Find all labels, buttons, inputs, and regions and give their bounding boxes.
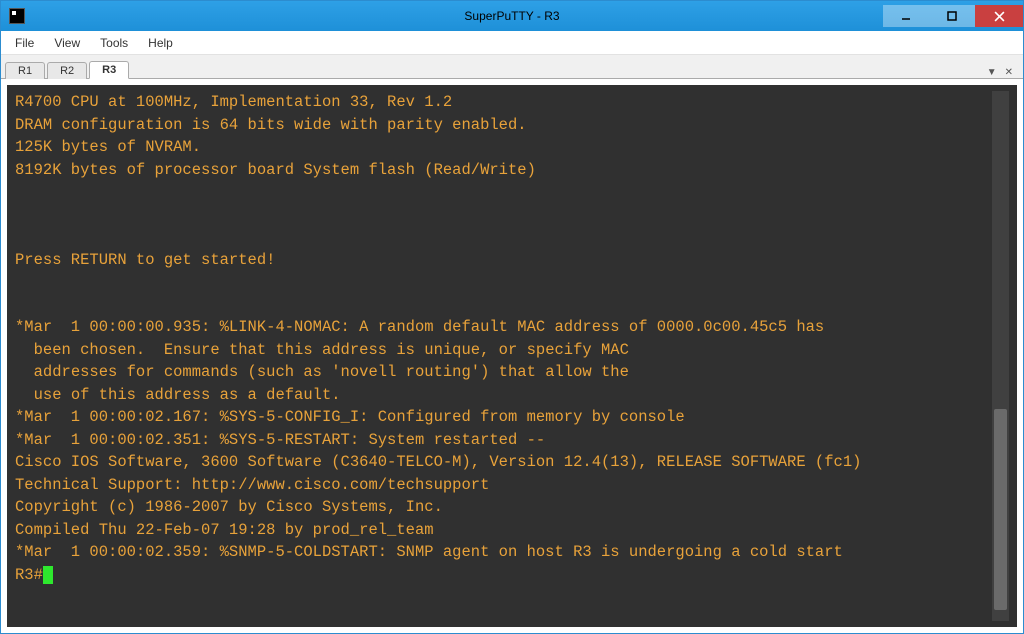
close-icon [994, 11, 1005, 22]
app-window: SuperPuTTY - R3 File View Tools Help R1 … [0, 0, 1024, 634]
tab-controls: ▼ ✕ [985, 67, 1019, 78]
terminal[interactable]: R4700 CPU at 100MHz, Implementation 33, … [7, 85, 1017, 627]
terminal-output: R4700 CPU at 100MHz, Implementation 33, … [15, 91, 990, 621]
menu-help[interactable]: Help [138, 33, 183, 53]
terminal-cursor [43, 566, 53, 584]
menu-tools[interactable]: Tools [90, 33, 138, 53]
menu-file[interactable]: File [5, 33, 44, 53]
window-controls [883, 5, 1023, 27]
close-button[interactable] [975, 5, 1023, 27]
minimize-button[interactable] [883, 5, 929, 27]
tab-dropdown-icon[interactable]: ▼ [985, 67, 999, 78]
tab-r3[interactable]: R3 [89, 61, 129, 79]
terminal-panel: R4700 CPU at 100MHz, Implementation 33, … [1, 79, 1023, 633]
tab-close-icon[interactable]: ✕ [1003, 67, 1015, 78]
maximize-icon [947, 11, 957, 21]
scroll-thumb[interactable] [994, 409, 1007, 610]
menubar: File View Tools Help [1, 31, 1023, 55]
tab-r2[interactable]: R2 [47, 62, 87, 79]
app-icon [9, 8, 25, 24]
minimize-icon [901, 11, 911, 21]
tabbar: R1 R2 R3 ▼ ✕ [1, 55, 1023, 79]
tab-r1[interactable]: R1 [5, 62, 45, 79]
maximize-button[interactable] [929, 5, 975, 27]
window-title: SuperPuTTY - R3 [464, 9, 559, 23]
menu-view[interactable]: View [44, 33, 90, 53]
titlebar[interactable]: SuperPuTTY - R3 [1, 1, 1023, 31]
scrollbar[interactable] [992, 91, 1009, 621]
